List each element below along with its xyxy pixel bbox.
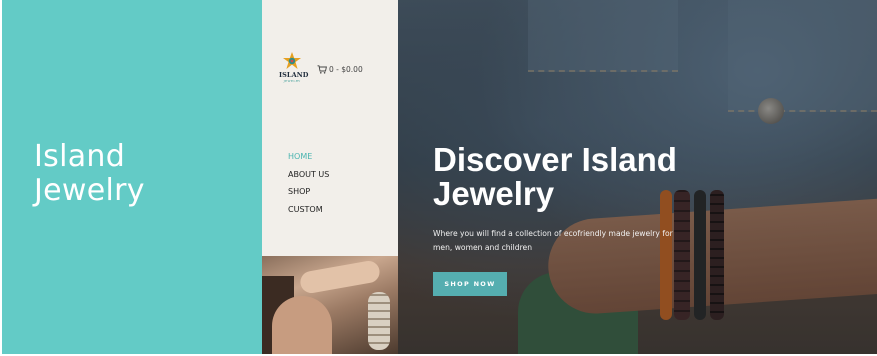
cart-link[interactable]: 0 - $0.00 bbox=[317, 65, 363, 74]
photo-face bbox=[272, 296, 332, 354]
photo-bead-bracelet bbox=[368, 292, 390, 350]
logo-subtext: JEWELRY bbox=[283, 79, 301, 83]
nav-item-about-us[interactable]: ABOUT US bbox=[288, 170, 329, 188]
hero-section: Discover Island Jewelry Where you will f… bbox=[398, 0, 877, 354]
logo-text: ISLAND bbox=[279, 71, 309, 79]
hero-title-line-1: Discover Island bbox=[433, 141, 677, 178]
nav-item-home[interactable]: HOME bbox=[288, 152, 329, 170]
logo[interactable]: ISLAND JEWELRY bbox=[279, 52, 309, 83]
shop-now-button[interactable]: SHOP NOW bbox=[433, 272, 507, 296]
photo-arm bbox=[298, 259, 382, 295]
site-title[interactable]: Island Jewelry bbox=[34, 140, 145, 208]
nav-item-custom[interactable]: CUSTOM bbox=[288, 205, 329, 223]
hero-title-line-2: Jewelry bbox=[433, 175, 555, 212]
sidebar: ISLAND JEWELRY 0 - $0.00 HOME ABOUT US S… bbox=[262, 0, 398, 354]
site-title-line-2: Jewelry bbox=[34, 173, 145, 208]
hero-description: Where you will find a collection of ecof… bbox=[433, 229, 673, 252]
brand-panel: Island Jewelry bbox=[2, 0, 262, 354]
cart-icon bbox=[317, 65, 327, 74]
cart-summary: 0 - $0.00 bbox=[329, 65, 363, 74]
sidebar-photo bbox=[262, 256, 398, 354]
site-title-line-1: Island bbox=[34, 139, 126, 174]
logo-star-icon bbox=[283, 52, 301, 69]
hero-title: Discover Island Jewelry bbox=[433, 143, 677, 211]
nav-item-shop[interactable]: SHOP bbox=[288, 187, 329, 205]
main-nav: HOME ABOUT US SHOP CUSTOM bbox=[288, 152, 329, 222]
